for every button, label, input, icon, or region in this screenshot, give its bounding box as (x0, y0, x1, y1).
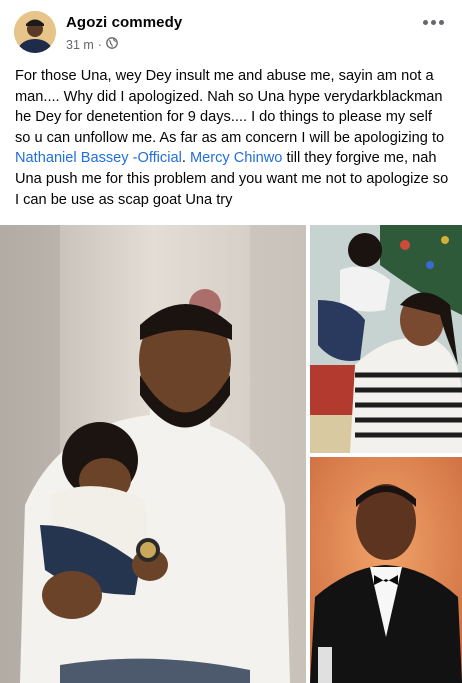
author-avatar[interactable] (14, 11, 56, 53)
post-text-part: . (181, 150, 190, 167)
photo-man-in-tuxedo[interactable] (310, 457, 462, 683)
post-text-part: For those Una, wey Dey insult me and abu… (15, 68, 445, 146)
photo-man-holding-baby[interactable] (0, 225, 306, 683)
mention-mercy-chinwo[interactable]: Mercy Chinwo (190, 150, 282, 166)
post-body: For those Una, wey Dey insult me and abu… (15, 66, 451, 210)
post-meta: 31 m · (66, 37, 118, 52)
post-time[interactable]: 31 m (66, 38, 94, 52)
globe-icon[interactable] (106, 37, 118, 52)
photo-woman-lifting-child[interactable] (310, 225, 462, 453)
more-options-icon[interactable] (418, 12, 448, 32)
post-header: Agozi commedy 31 m · (0, 0, 462, 62)
mention-nathaniel-bassey[interactable]: Nathaniel Bassey -Official (15, 150, 182, 166)
author-name[interactable]: Agozi commedy (66, 14, 182, 31)
meta-separator: · (97, 37, 102, 52)
